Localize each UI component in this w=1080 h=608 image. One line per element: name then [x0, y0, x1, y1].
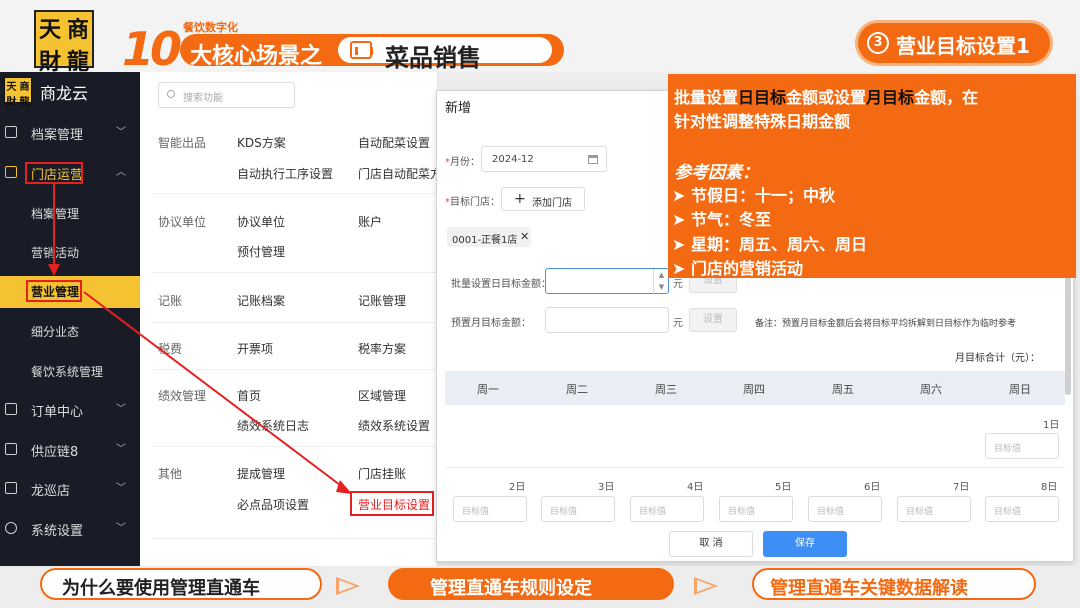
month-picker[interactable]: 2024-12 [481, 146, 607, 172]
calendar-row-divider [445, 467, 1065, 468]
number-spinner[interactable]: ▲ ▼ [653, 269, 669, 295]
dialog-title: 新增 [445, 101, 472, 116]
day-number: 4日 [687, 482, 704, 493]
arrow-right-icon [336, 577, 360, 595]
unit-label: 元 [673, 318, 683, 329]
weekday-label: 周三 [655, 383, 677, 396]
weekday-label: 周一 [477, 383, 499, 396]
arrow-right-icon [694, 577, 718, 595]
callout-factor: ➤ 节气：冬至 [672, 210, 771, 229]
arrow-head-diagonal [336, 480, 352, 494]
day-goal-input[interactable]: 目标值 [985, 496, 1059, 522]
add-store-label: 添加门店 [532, 198, 572, 209]
day-goal-input[interactable]: 目标值 [541, 496, 615, 522]
cancel-button[interactable]: 取 消 [669, 531, 753, 557]
arrow-line-diagonal [83, 291, 345, 489]
store-tag-label: 0001-正餐1店 [452, 235, 518, 246]
preset-note: 备注：预置月目标金额后会将目标平均拆解到日目标作为临时参考 [755, 319, 1017, 329]
arrow-head-down [48, 264, 60, 276]
weekday-label: 周五 [832, 383, 854, 396]
target-store-label: *目标门店： [445, 197, 500, 208]
day-number: 1日 [1043, 420, 1060, 431]
day-goal-input[interactable]: 目标值 [985, 433, 1059, 459]
set-monthly-button[interactable]: 设置 [689, 308, 737, 332]
callout-factor: ➤ 门店的营销活动 [672, 259, 803, 278]
day-number: 8日 [1041, 482, 1058, 493]
nav-why-label: 为什么要使用管理直通车 [62, 578, 260, 599]
annotation-callout: 批量设置日目标金额或设置月目标金额，在 针对性调整特殊日期金额 参考因素： ➤ … [668, 74, 1076, 278]
callout-line-1: 批量设置日目标金额或设置月目标金额，在 [674, 88, 979, 107]
day-number: 7日 [953, 482, 970, 493]
day-number: 6日 [864, 482, 881, 493]
callout-factor: ➤ 节假日：十一；中秋 [672, 186, 835, 205]
nav-data-label: 管理直通车关键数据解读 [770, 578, 968, 599]
day-number: 3日 [598, 482, 615, 493]
plus-icon: + [514, 191, 526, 207]
day-number: 5日 [775, 482, 792, 493]
callout-ref-title: 参考因素： [674, 163, 759, 183]
monthly-preset-label: 预置月目标金额： [451, 318, 531, 329]
weekday-label: 周四 [743, 383, 765, 396]
daily-batch-label: 批量设置日目标金额： [451, 279, 551, 290]
callout-factor: ➤ 星期：周五、周六、周日 [672, 235, 867, 254]
day-goal-input[interactable]: 目标值 [453, 496, 527, 522]
calendar-icon [588, 155, 598, 164]
nav-rules-label: 管理直通车规则设定 [430, 578, 592, 599]
day-goal-input[interactable]: 目标值 [719, 496, 793, 522]
weekday-label: 周日 [1009, 383, 1031, 396]
month-total-label: 月目标合计（元）： [955, 353, 1040, 364]
save-button[interactable]: 保存 [763, 531, 847, 557]
bottom-nav: 为什么要使用管理直通车 管理直通车规则设定 管理直通车关键数据解读 [0, 566, 1080, 608]
daily-target-input[interactable] [545, 268, 669, 294]
callout-line-2: 针对性调整特殊日期金额 [674, 112, 851, 131]
day-goal-input[interactable]: 目标值 [808, 496, 882, 522]
add-store-button[interactable]: + 添加门店 [501, 187, 585, 211]
close-icon[interactable]: ✕ [520, 230, 529, 243]
month-label: *月份： [445, 157, 480, 168]
day-number: 2日 [509, 482, 526, 493]
weekday-label: 周六 [920, 383, 942, 396]
weekday-header: 周一 周二 周三 周四 周五 周六 周日 [445, 371, 1065, 405]
month-value: 2024-12 [492, 154, 534, 165]
day-goal-input[interactable]: 目标值 [897, 496, 971, 522]
store-tag: 0001-正餐1店 ✕ [447, 227, 531, 247]
monthly-target-input[interactable] [545, 307, 669, 333]
weekday-label: 周二 [566, 383, 588, 396]
day-goal-input[interactable]: 目标值 [630, 496, 704, 522]
